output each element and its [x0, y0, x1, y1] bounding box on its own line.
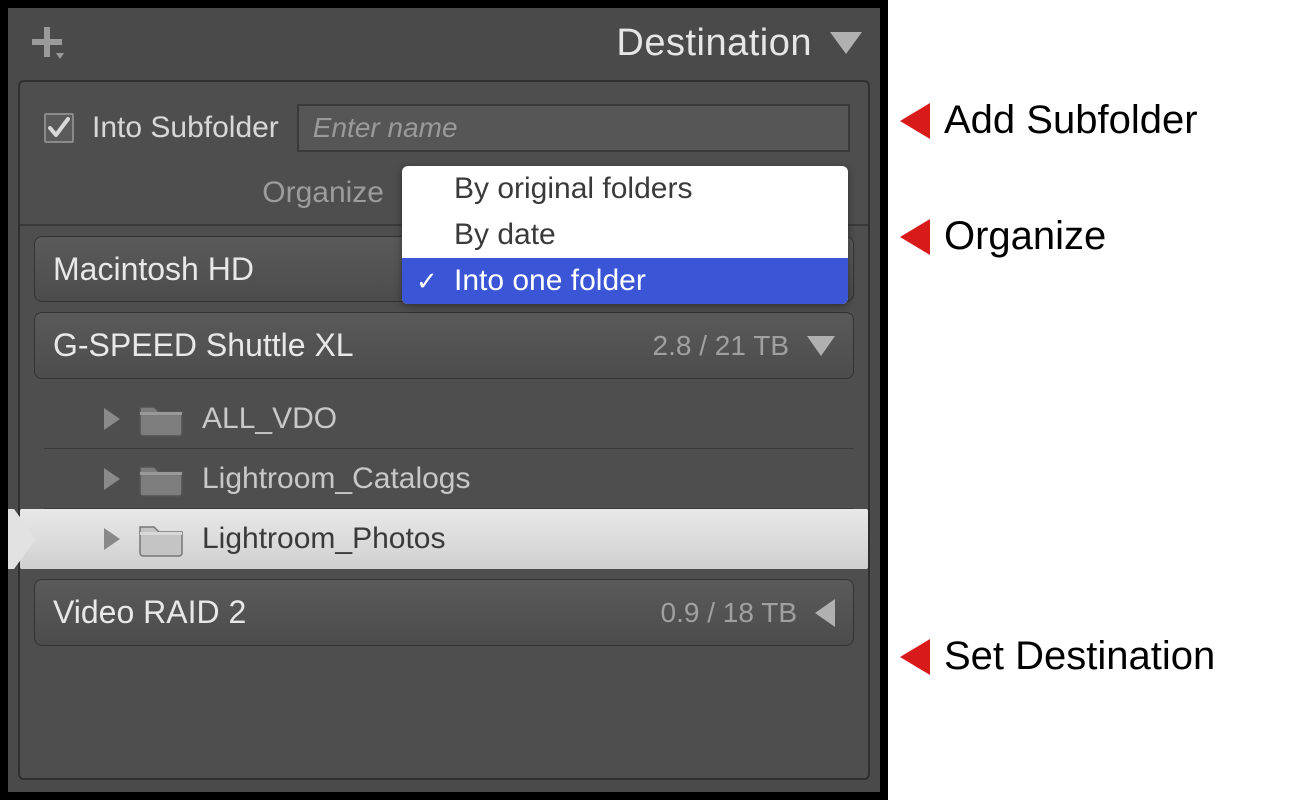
disclosure-icon[interactable] — [104, 408, 120, 430]
callout-add-subfolder: Add Subfolder — [900, 98, 1198, 143]
organize-option-one-folder[interactable]: ✓ Into one folder — [402, 258, 848, 304]
arrow-left-icon — [900, 639, 930, 675]
organize-dropdown[interactable]: By original folders By date ✓ Into one f… — [402, 166, 848, 304]
callouts: Add Subfolder Organize Set Destination — [888, 0, 1310, 800]
folder-label: Lightroom_Catalogs — [202, 462, 471, 496]
organize-row: Organize By original folders By date ✓ I… — [20, 164, 868, 216]
organize-option-one-folder-label: Into one folder — [454, 264, 646, 297]
check-icon: ✓ — [416, 266, 438, 297]
add-icon[interactable] — [26, 23, 66, 63]
folder-lightroom-catalogs[interactable]: Lightroom_Catalogs — [44, 449, 854, 509]
disclosure-icon[interactable] — [104, 468, 120, 490]
folder-icon — [138, 401, 184, 437]
arrow-left-icon — [900, 219, 930, 255]
folder-label: Lightroom_Photos — [202, 522, 446, 556]
volume-name: G-SPEED Shuttle XL — [53, 327, 653, 364]
subfolder-row: Into Subfolder — [20, 82, 868, 164]
folder-all-vdo[interactable]: ALL_VDO — [44, 389, 854, 449]
organize-option-date[interactable]: By date — [402, 212, 848, 258]
arrow-left-icon — [900, 103, 930, 139]
into-subfolder-checkbox[interactable] — [44, 113, 74, 143]
callout-label: Organize — [944, 214, 1106, 259]
chevron-left-icon[interactable] — [815, 599, 835, 627]
folder-list: ALL_VDO Lightroom_Catalogs — [44, 389, 854, 569]
folder-icon — [138, 521, 184, 557]
destination-panel: Destination Into Subfolder Organize By o… — [0, 0, 888, 800]
volume-name: Video RAID 2 — [53, 594, 661, 631]
folder-icon — [138, 461, 184, 497]
volume-stats: 2.8 / 21 TB — [653, 330, 789, 362]
folder-label: ALL_VDO — [202, 402, 337, 436]
folder-lightroom-photos[interactable]: Lightroom_Photos — [20, 509, 868, 569]
callout-label: Set Destination — [944, 634, 1215, 679]
subfolder-name-input[interactable] — [297, 104, 850, 152]
organize-label: Organize — [44, 176, 384, 210]
volume-stats: 0.9 / 18 TB — [661, 597, 797, 629]
organize-option-original[interactable]: By original folders — [402, 166, 848, 212]
chevron-down-icon[interactable] — [807, 336, 835, 356]
volume-gspeed[interactable]: G-SPEED Shuttle XL 2.8 / 21 TB — [34, 312, 854, 379]
into-subfolder-label: Into Subfolder — [92, 111, 279, 145]
selection-indicator-icon — [0, 509, 36, 569]
disclosure-icon[interactable] — [104, 528, 120, 550]
panel-body: Into Subfolder Organize By original fold… — [18, 80, 870, 780]
volume-video-raid[interactable]: Video RAID 2 0.9 / 18 TB — [34, 579, 854, 646]
panel-title: Destination — [66, 22, 812, 65]
callout-label: Add Subfolder — [944, 98, 1198, 143]
panel-header[interactable]: Destination — [8, 8, 880, 78]
chevron-down-icon[interactable] — [830, 32, 862, 54]
callout-organize: Organize — [900, 214, 1106, 259]
callout-set-destination: Set Destination — [900, 634, 1215, 679]
